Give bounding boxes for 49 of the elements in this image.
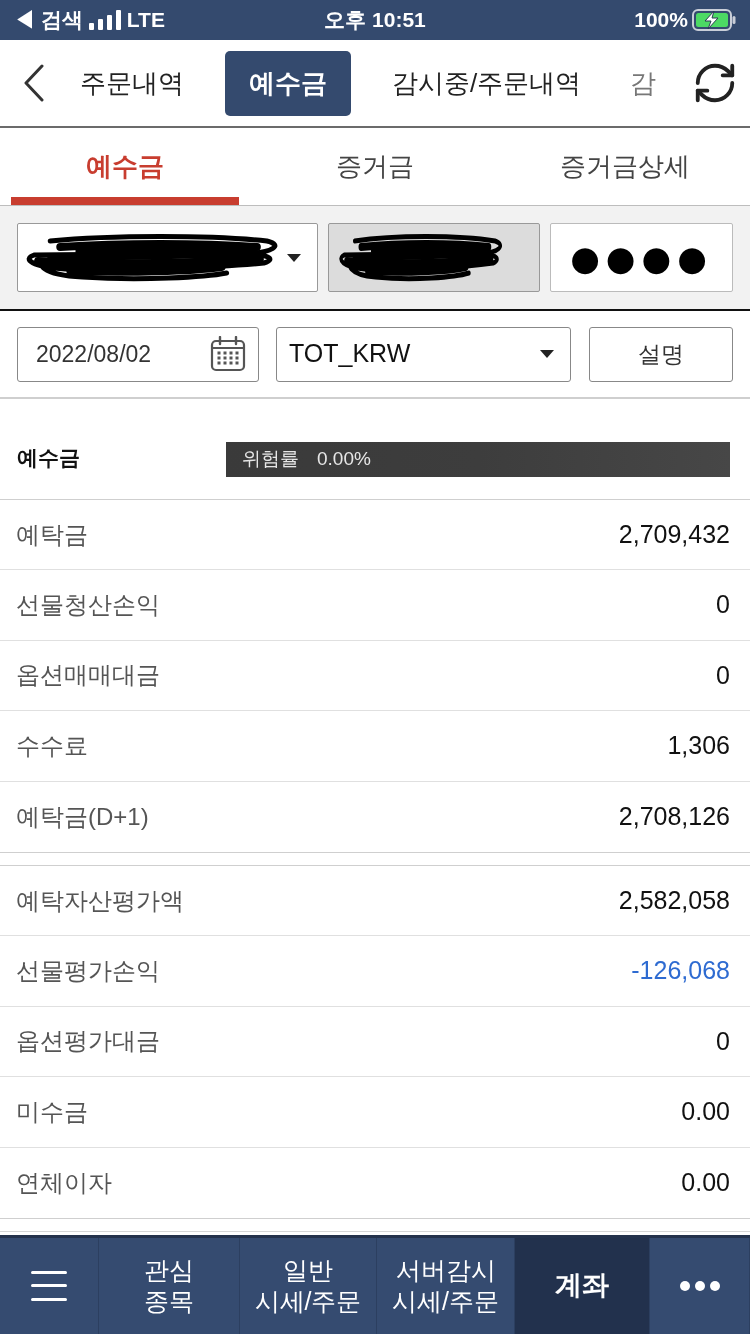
top-tab[interactable]: 예수금 bbox=[225, 50, 351, 116]
currency-select[interactable]: TOT_KRW bbox=[276, 326, 571, 382]
row-value: 2,582,058 bbox=[618, 884, 730, 916]
battery-percent: 100% bbox=[634, 7, 688, 34]
row-value: 1,306 bbox=[667, 730, 730, 762]
top-tab[interactable]: 감 bbox=[622, 50, 665, 116]
signal-icon bbox=[88, 10, 121, 30]
caret-icon bbox=[287, 253, 301, 262]
sub-tab[interactable]: 증거금 bbox=[261, 128, 489, 205]
row-label: 수수료 bbox=[16, 730, 88, 761]
password-field[interactable]: ●●●● bbox=[550, 223, 733, 292]
row-value: 0.00 bbox=[681, 1166, 730, 1198]
chevron-left-icon bbox=[23, 64, 45, 102]
row-value: 2,709,432 bbox=[618, 518, 730, 550]
top-tab[interactable]: 주문내역 bbox=[68, 50, 196, 116]
row-label: 예탁금(D+1) bbox=[16, 801, 149, 832]
row-value: 0 bbox=[716, 1025, 730, 1057]
risk-rate-label: 위험률 bbox=[242, 447, 299, 472]
section-title: 예수금 bbox=[17, 444, 81, 471]
help-button[interactable]: 설명 bbox=[589, 326, 733, 382]
row-label: 선물평가손익 bbox=[16, 956, 160, 987]
clock-time: 오후 10:51 bbox=[324, 7, 426, 34]
row-value: 2,708,126 bbox=[618, 801, 730, 832]
network-label: LTE bbox=[126, 7, 165, 34]
sub-tab[interactable]: 증거금상세 bbox=[511, 128, 739, 205]
row-value: 0 bbox=[716, 659, 730, 691]
bottom-nav-tab[interactable]: 계좌 bbox=[515, 1238, 650, 1334]
more-icon bbox=[679, 1281, 720, 1291]
row-label: 옵션평가대금 bbox=[16, 1026, 160, 1057]
date-field[interactable]: 2022/08/02 bbox=[17, 326, 259, 382]
row-label: 미수금 bbox=[16, 1096, 88, 1127]
row-value: -126,068 bbox=[631, 955, 730, 987]
row-label: 예탁금 bbox=[16, 519, 88, 550]
date-value: 2022/08/02 bbox=[36, 339, 152, 369]
row-value: 0.00 bbox=[681, 1096, 730, 1128]
top-tab[interactable]: 감시중/주문내역 bbox=[380, 50, 594, 116]
back-to-search-link[interactable]: ◀ 검색 bbox=[14, 4, 83, 36]
password-value: ●●●● bbox=[570, 240, 713, 275]
account-select[interactable] bbox=[17, 223, 318, 292]
risk-rate-value: 0.00% bbox=[317, 447, 371, 472]
menu-icon bbox=[31, 1271, 67, 1301]
row-label: 옵션매매대금 bbox=[16, 660, 160, 691]
row-value: 0 bbox=[716, 589, 730, 621]
calendar-icon bbox=[210, 336, 246, 372]
account-name-field[interactable] bbox=[328, 223, 540, 292]
row-label: 예탁자산평가액 bbox=[16, 885, 184, 916]
row-label: 연체이자 bbox=[16, 1167, 112, 1198]
caret-icon bbox=[540, 350, 554, 358]
row-label: 선물청산손익 bbox=[16, 590, 160, 621]
